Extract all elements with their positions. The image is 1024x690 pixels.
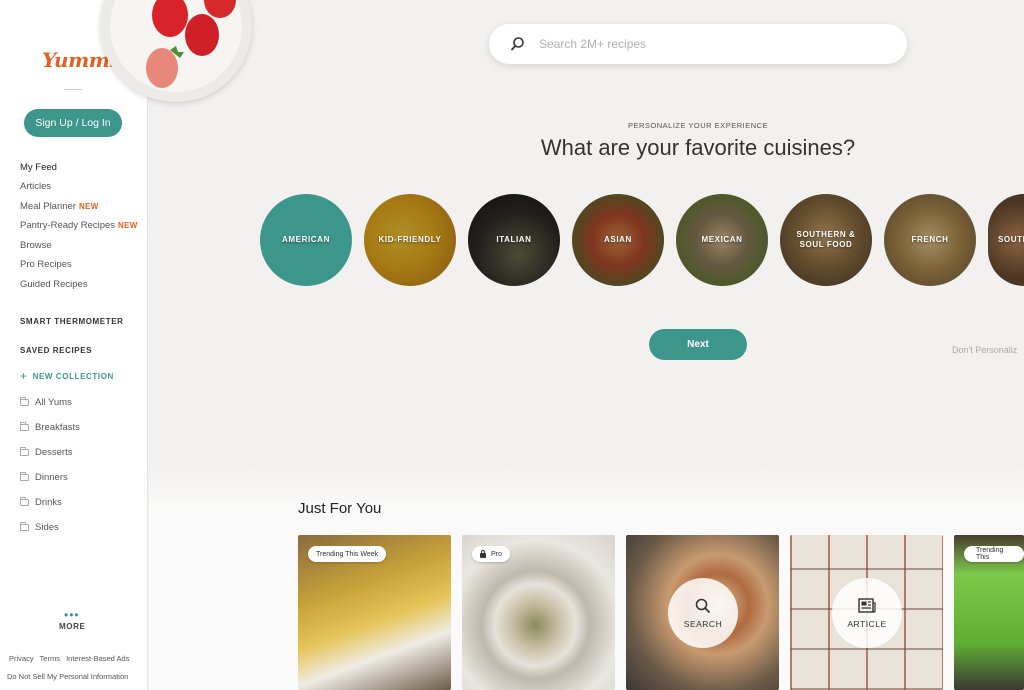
recipe-card-green-juice[interactable]: Trending This	[954, 535, 1024, 690]
cuisine-french[interactable]: FRENCH	[884, 194, 976, 286]
folder-icon	[20, 522, 29, 531]
collection-label: Drinks	[35, 497, 62, 508]
search-overlay: SEARCH	[668, 578, 738, 648]
sidebar-item-articles[interactable]: Articles	[20, 181, 51, 192]
collection-label: Breakfasts	[35, 422, 80, 433]
newspaper-icon	[858, 598, 876, 613]
cuisine-label: AMERICAN	[282, 235, 330, 244]
next-button[interactable]: Next	[649, 329, 747, 360]
search-overlay-label: SEARCH	[683, 619, 723, 629]
collection-sides[interactable]: Sides	[20, 522, 59, 533]
pro-tag: Pro	[472, 546, 510, 562]
cuisine-label: SOUTH	[998, 235, 1024, 244]
sidebar-item-label: Browse	[20, 240, 52, 251]
cuisine-label: ASIAN	[604, 235, 632, 244]
sidebar-item-label: Guided Recipes	[20, 279, 88, 290]
search-card[interactable]: SEARCH	[626, 535, 779, 690]
new-badge: NEW	[118, 221, 138, 230]
search-input[interactable]	[539, 34, 879, 54]
folder-icon	[20, 397, 29, 406]
plus-icon: +	[20, 369, 28, 383]
new-collection-button[interactable]: + NEW COLLECTION	[20, 369, 114, 383]
cuisine-label: MEXICAN	[701, 235, 743, 244]
recipe-card-casserole[interactable]: Trending This Week	[298, 535, 451, 690]
article-overlay: ARTICLE	[832, 578, 902, 648]
search-icon	[511, 37, 524, 51]
privacy-link[interactable]: Privacy	[9, 654, 34, 663]
terms-link[interactable]: Terms	[40, 654, 60, 663]
search-icon	[695, 598, 710, 613]
cuisine-south-partial[interactable]: SOUTH	[988, 194, 1024, 286]
sidebar-item-meal-planner[interactable]: Meal Planner NEW	[20, 201, 99, 212]
interest-based-ads-link[interactable]: Interest-Based Ads	[66, 654, 129, 663]
new-collection-label: NEW COLLECTION	[32, 372, 114, 381]
collection-desserts[interactable]: Desserts	[20, 447, 72, 458]
saved-recipes-heading[interactable]: SAVED RECIPES	[20, 346, 92, 355]
trending-tag: Trending This Week	[308, 546, 387, 562]
sidebar-item-pantry-ready-recipes[interactable]: Pantry-Ready Recipes NEW	[20, 220, 138, 231]
more-dots-icon[interactable]: •••	[64, 609, 80, 621]
collection-label: Desserts	[35, 447, 73, 458]
cuisine-asian[interactable]: ASIAN	[572, 194, 664, 286]
cuisine-kid-friendly[interactable]: KID-FRIENDLY	[364, 194, 456, 286]
cuisine-label: KID-FRIENDLY	[378, 235, 442, 244]
collection-all-yums[interactable]: All Yums	[20, 397, 72, 408]
lock-icon	[480, 549, 486, 558]
sidebar-item-browse[interactable]: Browse	[20, 240, 52, 251]
logo-divider	[64, 89, 82, 90]
collection-label: Sides	[35, 522, 59, 533]
folder-icon	[20, 497, 29, 506]
sidebar-item-my-feed[interactable]: My Feed	[20, 162, 57, 173]
collection-dinners[interactable]: Dinners	[20, 472, 68, 483]
sidebar-item-pro-recipes[interactable]: Pro Recipes	[20, 259, 72, 270]
sidebar-item-label: Pantry-Ready Recipes	[20, 220, 116, 231]
sidebar-item-label: Articles	[20, 181, 52, 192]
collection-label: All Yums	[35, 397, 72, 408]
cuisine-label: ITALIAN	[496, 235, 532, 244]
do-not-sell-link[interactable]: Do Not Sell My Personal Information	[7, 672, 128, 681]
collection-breakfasts[interactable]: Breakfasts	[20, 422, 80, 433]
smart-thermometer-link[interactable]: SMART THERMOMETER	[20, 317, 124, 326]
folder-icon	[20, 447, 29, 456]
page-title: What are your favorite cuisines?	[540, 135, 856, 160]
dont-personalize-link[interactable]: Don't Personaliz	[952, 345, 1017, 355]
folder-icon	[20, 472, 29, 481]
cuisine-mexican[interactable]: MEXICAN	[676, 194, 768, 286]
collection-label: Dinners	[35, 472, 68, 483]
strawberry-plate-image	[100, 0, 252, 102]
personalize-eyebrow: PERSONALIZE YOUR EXPERIENCE	[627, 121, 769, 130]
sidebar-item-guided-recipes[interactable]: Guided Recipes	[20, 279, 88, 290]
article-overlay-label: ARTICLE	[847, 619, 887, 629]
sidebar-item-label: Meal Planner	[20, 201, 76, 212]
folder-icon	[20, 422, 29, 431]
footer-links: Privacy Terms Interest-Based Ads	[9, 654, 133, 663]
sidebar-item-label: My Feed	[20, 162, 57, 173]
more-button[interactable]: MORE	[59, 622, 85, 631]
sidebar-item-label: Pro Recipes	[20, 259, 72, 270]
signup-login-button[interactable]: Sign Up / Log In	[24, 109, 122, 137]
cuisine-american[interactable]: AMERICAN	[260, 194, 352, 286]
sidebar: Yummly Sign Up / Log In My Feed Articles…	[0, 0, 148, 690]
article-card[interactable]: ARTICLE	[790, 535, 943, 690]
recipe-card-pasta-pro[interactable]: Pro	[462, 535, 615, 690]
cuisine-label: SOUTHERN & SOUL FOOD	[796, 230, 856, 249]
cuisine-southern-soul-food[interactable]: SOUTHERN & SOUL FOOD	[780, 194, 872, 286]
trending-tag: Trending This	[964, 546, 1024, 562]
cuisine-label: FRENCH	[911, 235, 949, 244]
just-for-you-title: Just For You	[298, 500, 382, 517]
collection-drinks[interactable]: Drinks	[20, 497, 62, 508]
new-badge: NEW	[78, 202, 99, 211]
cuisine-italian[interactable]: ITALIAN	[468, 194, 560, 286]
recipe-search-bar[interactable]	[489, 24, 907, 64]
